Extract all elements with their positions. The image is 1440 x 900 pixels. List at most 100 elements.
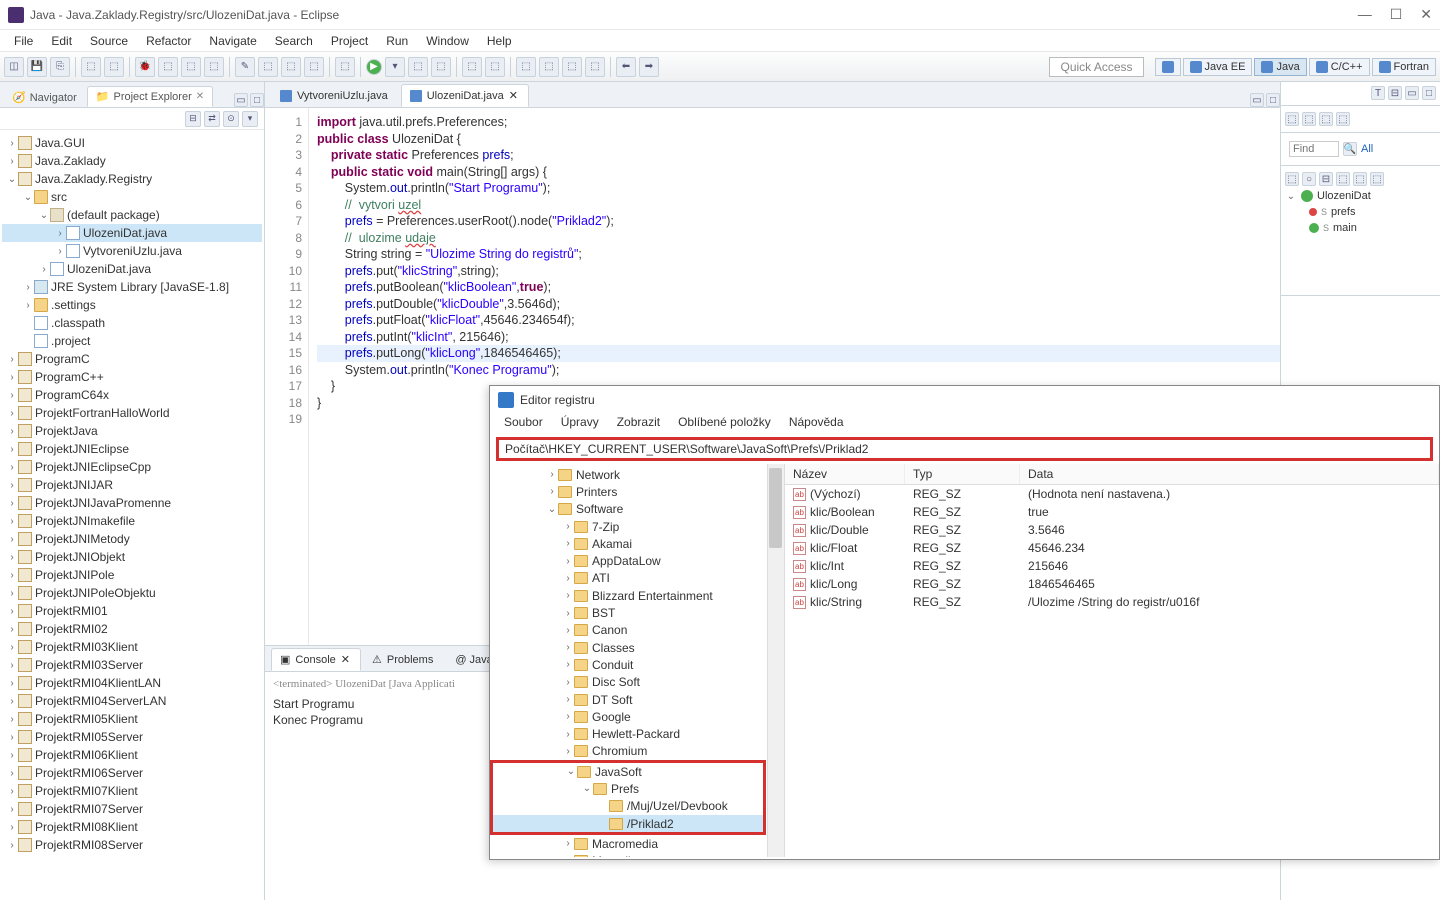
registry-value-row[interactable]: abklic/DoubleREG_SZ3.5646 (785, 521, 1439, 539)
outline-min[interactable]: ▭ (1405, 86, 1419, 100)
outline-tool[interactable]: T (1371, 86, 1385, 100)
outline-btn[interactable]: ⬚ (1336, 172, 1350, 186)
regedit-menu-item[interactable]: Soubor (496, 414, 551, 434)
tree-item[interactable]: ›Java.GUI (2, 134, 262, 152)
regedit-tree-item[interactable]: ›Printers (490, 483, 784, 500)
tool-button[interactable]: ⬚ (562, 57, 582, 77)
regedit-tree-item[interactable]: ›DT Soft (490, 691, 784, 708)
editor-max-button[interactable]: □ (1266, 93, 1280, 107)
tree-item[interactable]: ›ProjektRMI06Server (2, 764, 262, 782)
regedit-tree-item[interactable]: ›BST (490, 604, 784, 621)
tree-item[interactable]: ⌄Java.Zaklady.Registry (2, 170, 262, 188)
menu-window[interactable]: Window (418, 32, 477, 50)
run-dropdown[interactable]: ▾ (385, 57, 405, 77)
regedit-address[interactable]: Počítač\HKEY_CURRENT_USER\Software\JavaS… (496, 437, 1433, 461)
tree-item[interactable]: ›ProjektJNIMetody (2, 530, 262, 548)
regedit-menu-item[interactable]: Úpravy (553, 414, 607, 434)
tree-item[interactable]: ›ProjektRMI04KlientLAN (2, 674, 262, 692)
menu-help[interactable]: Help (479, 32, 520, 50)
tool-button[interactable]: ✎ (235, 57, 255, 77)
menu-edit[interactable]: Edit (43, 32, 80, 50)
col-data[interactable]: Data (1020, 464, 1439, 484)
close-button[interactable]: ✕ (1420, 6, 1432, 23)
col-type[interactable]: Typ (905, 464, 1020, 484)
outline-class[interactable]: ⌄UlozeniDat (1285, 188, 1436, 204)
tool-button[interactable]: ⬚ (408, 57, 428, 77)
tool-button[interactable]: ⬚ (104, 57, 124, 77)
registry-value-row[interactable]: abklic/StringREG_SZ/Ulozime /String do r… (785, 593, 1439, 611)
regedit-tree-item[interactable]: ›Classes (490, 639, 784, 656)
tab-navigator[interactable]: 🧭Navigator (4, 88, 85, 107)
regedit-tree-item[interactable]: /Muj/Uzel/Devbook (493, 798, 763, 815)
outline-tool[interactable]: ⊟ (1388, 86, 1402, 100)
outline-btn[interactable]: ⬚ (1370, 172, 1384, 186)
search-icon[interactable]: 🔍 (1343, 142, 1357, 156)
tool-button[interactable]: ⬚ (281, 57, 301, 77)
menu-search[interactable]: Search (267, 32, 321, 50)
back-button[interactable]: ⬅ (616, 57, 636, 77)
tool-button[interactable]: ⬚ (258, 57, 278, 77)
outline-btn[interactable]: ⬚ (1285, 112, 1299, 126)
menu-run[interactable]: Run (378, 32, 416, 50)
tree-item[interactable]: ›.settings (2, 296, 262, 314)
regedit-tree-item[interactable]: ›Hewlett-Packard (490, 725, 784, 742)
save-all-button[interactable]: ⎘ (50, 57, 70, 77)
outline-btn[interactable]: ○ (1302, 172, 1316, 186)
regedit-menu-item[interactable]: Zobrazit (609, 414, 668, 434)
tool-button[interactable]: ⬚ (516, 57, 536, 77)
save-button[interactable]: 💾 (27, 57, 47, 77)
close-icon[interactable]: ✕ (341, 653, 350, 666)
view-max-button[interactable]: □ (250, 93, 264, 107)
tree-item[interactable]: ›ProjektRMI01 (2, 602, 262, 620)
tree-item[interactable]: ›ProjektJNIPole (2, 566, 262, 584)
outline-method[interactable]: Smain (1285, 220, 1436, 236)
outline-btn[interactable]: ⬚ (1302, 112, 1316, 126)
tree-item[interactable]: ›ProjektJNIPoleObjektu (2, 584, 262, 602)
new-button[interactable]: ◫ (4, 57, 24, 77)
registry-value-row[interactable]: abklic/BooleanREG_SZtrue (785, 503, 1439, 521)
menu-file[interactable]: File (6, 32, 41, 50)
tree-item[interactable]: .classpath (2, 314, 262, 332)
tree-item[interactable]: .project (2, 332, 262, 350)
tree-item[interactable]: ›ProjektRMI02 (2, 620, 262, 638)
tool-button[interactable]: ⬚ (462, 57, 482, 77)
tree-item[interactable]: ›ProjektRMI05Klient (2, 710, 262, 728)
tree-item[interactable]: ›VytvoreniUzlu.java (2, 242, 262, 260)
perspective-fortran[interactable]: Fortran (1372, 58, 1436, 76)
tree-item[interactable]: ›ProgramC++ (2, 368, 262, 386)
tool-button[interactable]: ⬚ (181, 57, 201, 77)
regedit-tree-item[interactable]: ⌄Prefs (493, 780, 763, 797)
tree-item[interactable]: ›ProjektJava (2, 422, 262, 440)
tree-item[interactable]: ›Java.Zaklady (2, 152, 262, 170)
tool-button[interactable]: ⬚ (335, 57, 355, 77)
menu-navigate[interactable]: Navigate (201, 32, 264, 50)
close-icon[interactable]: ✕ (196, 91, 204, 102)
editor-tab-ulozeni[interactable]: UlozeniDat.java✕ (401, 84, 529, 107)
regedit-tree-item[interactable]: ›ATI (490, 570, 784, 587)
regedit-tree-item[interactable]: ›Akamai (490, 535, 784, 552)
tree-item[interactable]: ›ProjektJNIEclipse (2, 440, 262, 458)
outline-btn[interactable]: ⊟ (1319, 172, 1333, 186)
tab-project-explorer[interactable]: 📁Project Explorer✕ (87, 86, 213, 107)
tree-item[interactable]: ›ProjektJNIJAR (2, 476, 262, 494)
registry-value-row[interactable]: abklic/IntREG_SZ215646 (785, 557, 1439, 575)
outline-field[interactable]: Sprefs (1285, 204, 1436, 220)
tree-item[interactable]: ›ProjektJNImakefile (2, 512, 262, 530)
regedit-tree-item[interactable]: ⌄Software (490, 501, 784, 518)
tool-button[interactable]: ⬚ (158, 57, 178, 77)
tree-item[interactable]: ›ProjektJNIEclipseCpp (2, 458, 262, 476)
perspective-java[interactable]: Java (1254, 58, 1306, 76)
col-name[interactable]: Název (785, 464, 905, 484)
tab-problems[interactable]: ⚠Problems (363, 648, 444, 671)
maximize-button[interactable]: ☐ (1390, 6, 1403, 23)
tree-item[interactable]: ›ProjektJNIObjekt (2, 548, 262, 566)
regedit-tree-item[interactable]: ›Marvell (490, 853, 784, 857)
outline-btn[interactable]: ⬚ (1336, 112, 1350, 126)
regedit-tree[interactable]: ›Network›Printers⌄Software›7-Zip›Akamai›… (490, 464, 785, 857)
tree-item[interactable]: ›ProgramC64x (2, 386, 262, 404)
close-icon[interactable]: ✕ (509, 89, 518, 102)
link-editor-button[interactable]: ⇄ (204, 111, 220, 127)
tree-item[interactable]: ›ProjektJNIJavaPromenne (2, 494, 262, 512)
regedit-tree-item[interactable]: ⌄JavaSoft (493, 763, 763, 780)
regedit-tree-item[interactable]: ›Canon (490, 622, 784, 639)
